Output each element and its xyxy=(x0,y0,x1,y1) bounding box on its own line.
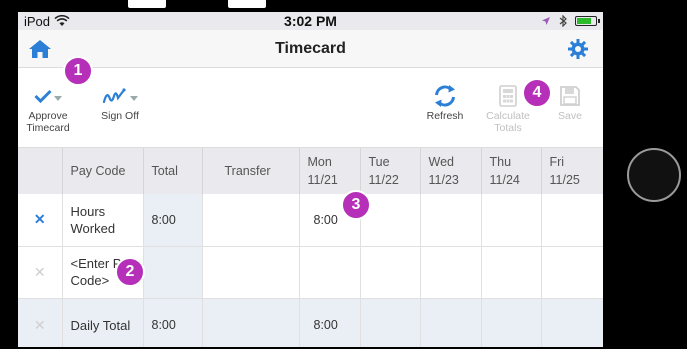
table-row: ✕ <Enter Pay Code> xyxy=(18,246,603,299)
day-name: Fri xyxy=(549,155,565,169)
column-header-thu: Thu 11/24 xyxy=(481,148,542,194)
chevron-down-icon[interactable] xyxy=(130,95,138,101)
approve-label-line2: Timecard xyxy=(26,122,70,134)
callout-badge-4: 4 xyxy=(522,78,552,108)
chevron-down-icon[interactable] xyxy=(54,95,62,101)
app-header: Timecard xyxy=(18,30,603,68)
day-name: Wed xyxy=(428,155,454,169)
callout-badge-1: 1 xyxy=(63,56,93,86)
transfer-cell[interactable] xyxy=(202,246,300,299)
calculator-icon xyxy=(499,85,517,107)
column-header-total: Total xyxy=(143,148,203,194)
day-cell-thu xyxy=(481,298,542,347)
day-cell-thu[interactable] xyxy=(481,246,542,299)
save-icon xyxy=(560,86,580,106)
action-toolbar: Approve Timecard Sign Off Refresh Calcul… xyxy=(18,68,603,148)
table-row: ✕ Hours Worked 8:00 8:00 xyxy=(18,194,603,247)
pay-code-cell: Daily Total xyxy=(62,298,144,347)
day-name: Mon xyxy=(307,155,332,169)
table-header-row: Pay Code Total Transfer Mon 11/21 Tue 11/2… xyxy=(18,148,603,194)
day-cell-wed xyxy=(420,298,482,347)
sign-off-button[interactable]: Sign Off xyxy=(94,82,146,122)
callout-badge-2: 2 xyxy=(115,257,145,287)
pay-code-cell[interactable]: Hours Worked xyxy=(62,194,144,247)
device-home-button[interactable] xyxy=(627,148,681,202)
day-cell-mon[interactable] xyxy=(299,246,361,299)
day-cell-tue[interactable] xyxy=(360,246,421,299)
column-header-pay-code: Pay Code xyxy=(62,148,144,194)
save-label: Save xyxy=(558,110,582,122)
approve-timecard-button[interactable]: Approve Timecard xyxy=(24,82,72,134)
app-screen: iPod 3:02 PM Timecard Approve Timecard S… xyxy=(18,12,603,347)
day-cell-wed[interactable] xyxy=(420,246,482,299)
callout-badge-3: 3 xyxy=(341,190,371,220)
daily-total-row: ✕ Daily Total 8:00 8:00 xyxy=(18,298,603,347)
row-marker: ✕ xyxy=(18,298,63,347)
day-cell-fri[interactable] xyxy=(541,246,603,299)
status-bar: iPod 3:02 PM xyxy=(18,12,603,30)
refresh-icon xyxy=(435,85,455,107)
refresh-button[interactable]: Refresh xyxy=(420,82,470,122)
battery-icon xyxy=(575,16,600,26)
column-header-mon: Mon 11/21 xyxy=(299,148,361,194)
timecard-grid: Pay Code Total Transfer Mon 11/21 Tue 11/2… xyxy=(18,148,603,347)
transfer-cell xyxy=(202,298,300,347)
day-date: 11/21 xyxy=(307,173,338,187)
delete-row-button[interactable]: ✕ xyxy=(18,194,63,247)
day-date: 11/22 xyxy=(368,173,399,187)
day-cell-mon: 8:00 xyxy=(299,298,361,347)
total-cell xyxy=(143,246,203,299)
approve-label-line1: Approve xyxy=(28,110,68,122)
column-header-fri: Fri 11/25 xyxy=(541,148,603,194)
page-title: Timecard xyxy=(275,39,346,57)
signature-icon xyxy=(102,88,126,104)
total-cell: 8:00 xyxy=(143,298,203,347)
column-header-tue: Tue 11/22 xyxy=(360,148,421,194)
device-frame: iPod 3:02 PM Timecard Approve Timecard S… xyxy=(0,0,687,349)
total-cell: 8:00 xyxy=(143,194,203,247)
day-date: 11/25 xyxy=(549,173,580,187)
sign-off-label: Sign Off xyxy=(101,110,139,122)
volume-button xyxy=(128,0,166,8)
column-header-transfer: Transfer xyxy=(202,148,300,194)
status-time: 3:02 PM xyxy=(284,13,337,29)
day-name: Tue xyxy=(368,155,390,169)
calculate-label-line2: Totals xyxy=(494,122,522,134)
calculate-label-line1: Calculate xyxy=(486,110,530,122)
refresh-label: Refresh xyxy=(426,110,464,122)
column-header-wed: Wed 11/23 xyxy=(420,148,482,194)
gear-icon[interactable] xyxy=(567,38,589,60)
day-date: 11/24 xyxy=(489,173,520,187)
save-button[interactable]: Save xyxy=(550,82,590,122)
day-cell-thu[interactable] xyxy=(481,194,542,247)
delete-row-button[interactable]: ✕ xyxy=(18,246,63,299)
transfer-cell[interactable] xyxy=(202,194,300,247)
day-cell-fri[interactable] xyxy=(541,194,603,247)
day-cell-tue xyxy=(360,298,421,347)
checkmark-icon xyxy=(34,89,52,103)
power-button xyxy=(228,0,266,8)
column-header-marker xyxy=(18,148,63,194)
day-cell-fri xyxy=(541,298,603,347)
day-name: Thu xyxy=(489,155,512,169)
day-cell-wed[interactable] xyxy=(420,194,482,247)
day-date: 11/23 xyxy=(428,173,459,187)
